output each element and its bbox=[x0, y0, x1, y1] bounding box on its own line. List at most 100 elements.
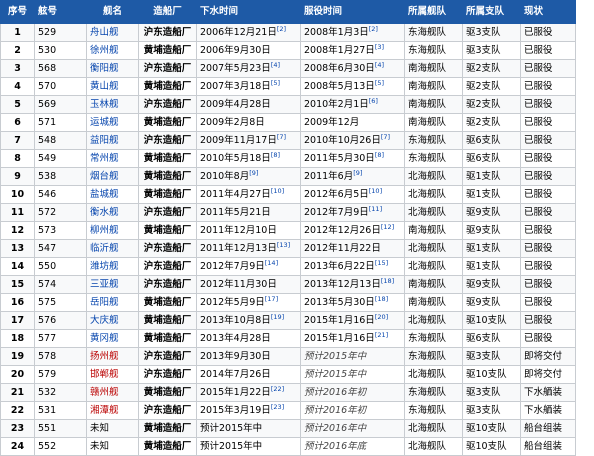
cell-launch-date: 2015年1月22日[22] bbox=[196, 383, 301, 402]
header-hull-number[interactable]: 舷号 bbox=[34, 0, 87, 24]
citation-link[interactable]: [10] bbox=[271, 187, 284, 195]
citation-link[interactable]: [9] bbox=[249, 169, 258, 177]
cell-hull-number: 531 bbox=[34, 401, 87, 420]
citation-link[interactable]: [2] bbox=[369, 25, 378, 33]
ship-name-link[interactable]: 大庆舰 bbox=[90, 315, 119, 326]
hull-number-text: 551 bbox=[38, 423, 57, 434]
ship-name-link[interactable]: 邯郸舰 bbox=[90, 369, 119, 380]
ship-name-link[interactable]: 扬州舰 bbox=[90, 351, 119, 362]
citation-link[interactable]: [18] bbox=[381, 277, 394, 285]
ship-name-link[interactable]: 舟山舰 bbox=[90, 27, 119, 38]
cell-flotilla: 驱2支队 bbox=[462, 113, 521, 132]
index-text: 3 bbox=[14, 63, 21, 74]
ship-name-link[interactable]: 徐州舰 bbox=[90, 45, 119, 56]
cell-hull-number: 574 bbox=[34, 275, 87, 294]
ship-name-link[interactable]: 赣州舰 bbox=[90, 387, 119, 398]
commission-date-text: 2011年5月30日 bbox=[304, 153, 375, 164]
citation-link[interactable]: [21] bbox=[375, 331, 388, 339]
citation-link[interactable]: [5] bbox=[271, 79, 280, 87]
ship-name-link[interactable]: 盐城舰 bbox=[90, 189, 119, 200]
citation-link[interactable]: [4] bbox=[375, 61, 384, 69]
commission-date-text: 2015年1月16日 bbox=[304, 333, 375, 344]
hull-number-text: 570 bbox=[38, 81, 57, 92]
ship-name-link[interactable]: 三亚舰 bbox=[90, 279, 119, 290]
citation-link[interactable]: [19] bbox=[271, 313, 284, 321]
fleet-text: 北海舰队 bbox=[408, 207, 447, 218]
header-launch-date[interactable]: 下水时间 bbox=[196, 0, 301, 24]
citation-link[interactable]: [20] bbox=[375, 313, 388, 321]
citation-link[interactable]: [8] bbox=[271, 151, 280, 159]
citation-link[interactable]: [11] bbox=[369, 205, 382, 213]
commission-date-text: 2011年6月 bbox=[304, 171, 354, 182]
shipyard-text: 沪东造船厂 bbox=[143, 279, 192, 290]
header-index[interactable]: 序号 bbox=[0, 0, 35, 24]
flotilla-text: 驱10支队 bbox=[466, 369, 507, 380]
citation-link[interactable]: [9] bbox=[353, 169, 362, 177]
citation-link[interactable]: [7] bbox=[277, 133, 286, 141]
ship-name-link[interactable]: 运城舰 bbox=[90, 117, 119, 128]
header-commission-date[interactable]: 服役时间 bbox=[300, 0, 405, 24]
cell-shipyard: 黄埔造船厂 bbox=[138, 437, 197, 456]
header-ship-name[interactable]: 舰名 bbox=[86, 0, 139, 24]
cell-status: 即将交付 bbox=[520, 347, 576, 366]
index-text: 11 bbox=[10, 207, 25, 218]
launch-date-text: 2011年5月21日 bbox=[200, 207, 271, 218]
cell-commission-date: 2010年10月26日[7] bbox=[300, 131, 405, 150]
cell-hull-number: 576 bbox=[34, 311, 87, 330]
citation-link[interactable]: [3] bbox=[375, 43, 384, 51]
flotilla-text: 驱9支队 bbox=[466, 225, 501, 236]
citation-link[interactable]: [14] bbox=[265, 259, 278, 267]
ship-name-link[interactable]: 潍坊舰 bbox=[90, 261, 119, 272]
launch-date-text: 2006年12月21日 bbox=[200, 27, 277, 38]
cell-launch-date: 2010年5月18日[8] bbox=[196, 149, 301, 168]
citation-link[interactable]: [22] bbox=[271, 385, 284, 393]
cell-hull-number: 579 bbox=[34, 365, 87, 384]
header-shipyard[interactable]: 造船厂 bbox=[138, 0, 197, 24]
cell-launch-date: 2006年12月21日[2] bbox=[196, 23, 301, 42]
citation-link[interactable]: [8] bbox=[375, 151, 384, 159]
ship-name-link[interactable]: 湘潭舰 bbox=[90, 405, 119, 416]
ship-name-link[interactable]: 临沂舰 bbox=[90, 243, 119, 254]
ship-name-link[interactable]: 益阳舰 bbox=[90, 135, 119, 146]
fleet-text: 东海舰队 bbox=[408, 135, 447, 146]
flotilla-text: 驱6支队 bbox=[466, 333, 501, 344]
ship-name-link[interactable]: 岳阳舰 bbox=[90, 297, 119, 308]
cell-index: 14 bbox=[0, 257, 35, 276]
citation-link[interactable]: [10] bbox=[369, 187, 382, 195]
citation-link[interactable]: [18] bbox=[375, 295, 388, 303]
citation-link[interactable]: [15] bbox=[375, 259, 388, 267]
launch-date-text: 2012年11月30日 bbox=[200, 279, 277, 290]
citation-link[interactable]: [23] bbox=[271, 403, 284, 411]
flotilla-text: 驱9支队 bbox=[466, 297, 501, 308]
ship-name-link[interactable]: 玉林舰 bbox=[90, 99, 119, 110]
citation-link[interactable]: [12] bbox=[381, 223, 394, 231]
citation-link[interactable]: [17] bbox=[265, 295, 278, 303]
fleet-text: 南海舰队 bbox=[408, 63, 447, 74]
flotilla-text: 驱1支队 bbox=[466, 171, 501, 182]
header-fleet[interactable]: 所属舰队 bbox=[404, 0, 463, 24]
ship-name-link[interactable]: 黄冈舰 bbox=[90, 333, 119, 344]
citation-link[interactable]: [7] bbox=[381, 133, 390, 141]
citation-link[interactable]: [6] bbox=[369, 97, 378, 105]
citation-link[interactable]: [13] bbox=[277, 241, 290, 249]
launch-date-text: 2012年5月9日 bbox=[200, 297, 265, 308]
hull-number-text: 579 bbox=[38, 369, 57, 380]
ship-name-link[interactable]: 常州舰 bbox=[90, 153, 119, 164]
cell-index: 9 bbox=[0, 167, 35, 186]
hull-number-text: 577 bbox=[38, 333, 57, 344]
ship-name-link[interactable]: 烟台舰 bbox=[90, 171, 119, 182]
ship-name-link[interactable]: 柳州舰 bbox=[90, 225, 119, 236]
ship-name-link[interactable]: 衡阳舰 bbox=[90, 63, 119, 74]
citation-link[interactable]: [2] bbox=[277, 25, 286, 33]
cell-index: 15 bbox=[0, 275, 35, 294]
citation-link[interactable]: [5] bbox=[375, 79, 384, 87]
cell-index: 10 bbox=[0, 185, 35, 204]
header-flotilla[interactable]: 所属支队 bbox=[462, 0, 521, 24]
cell-fleet: 北海舰队 bbox=[404, 437, 463, 456]
ship-name-link[interactable]: 黄山舰 bbox=[90, 81, 119, 92]
status-text: 船台组装 bbox=[524, 441, 563, 452]
cell-launch-date: 2006年9月30日 bbox=[196, 41, 301, 60]
ship-name-link[interactable]: 衡水舰 bbox=[90, 207, 119, 218]
citation-link[interactable]: [4] bbox=[271, 61, 280, 69]
header-status[interactable]: 现状 bbox=[520, 0, 576, 24]
